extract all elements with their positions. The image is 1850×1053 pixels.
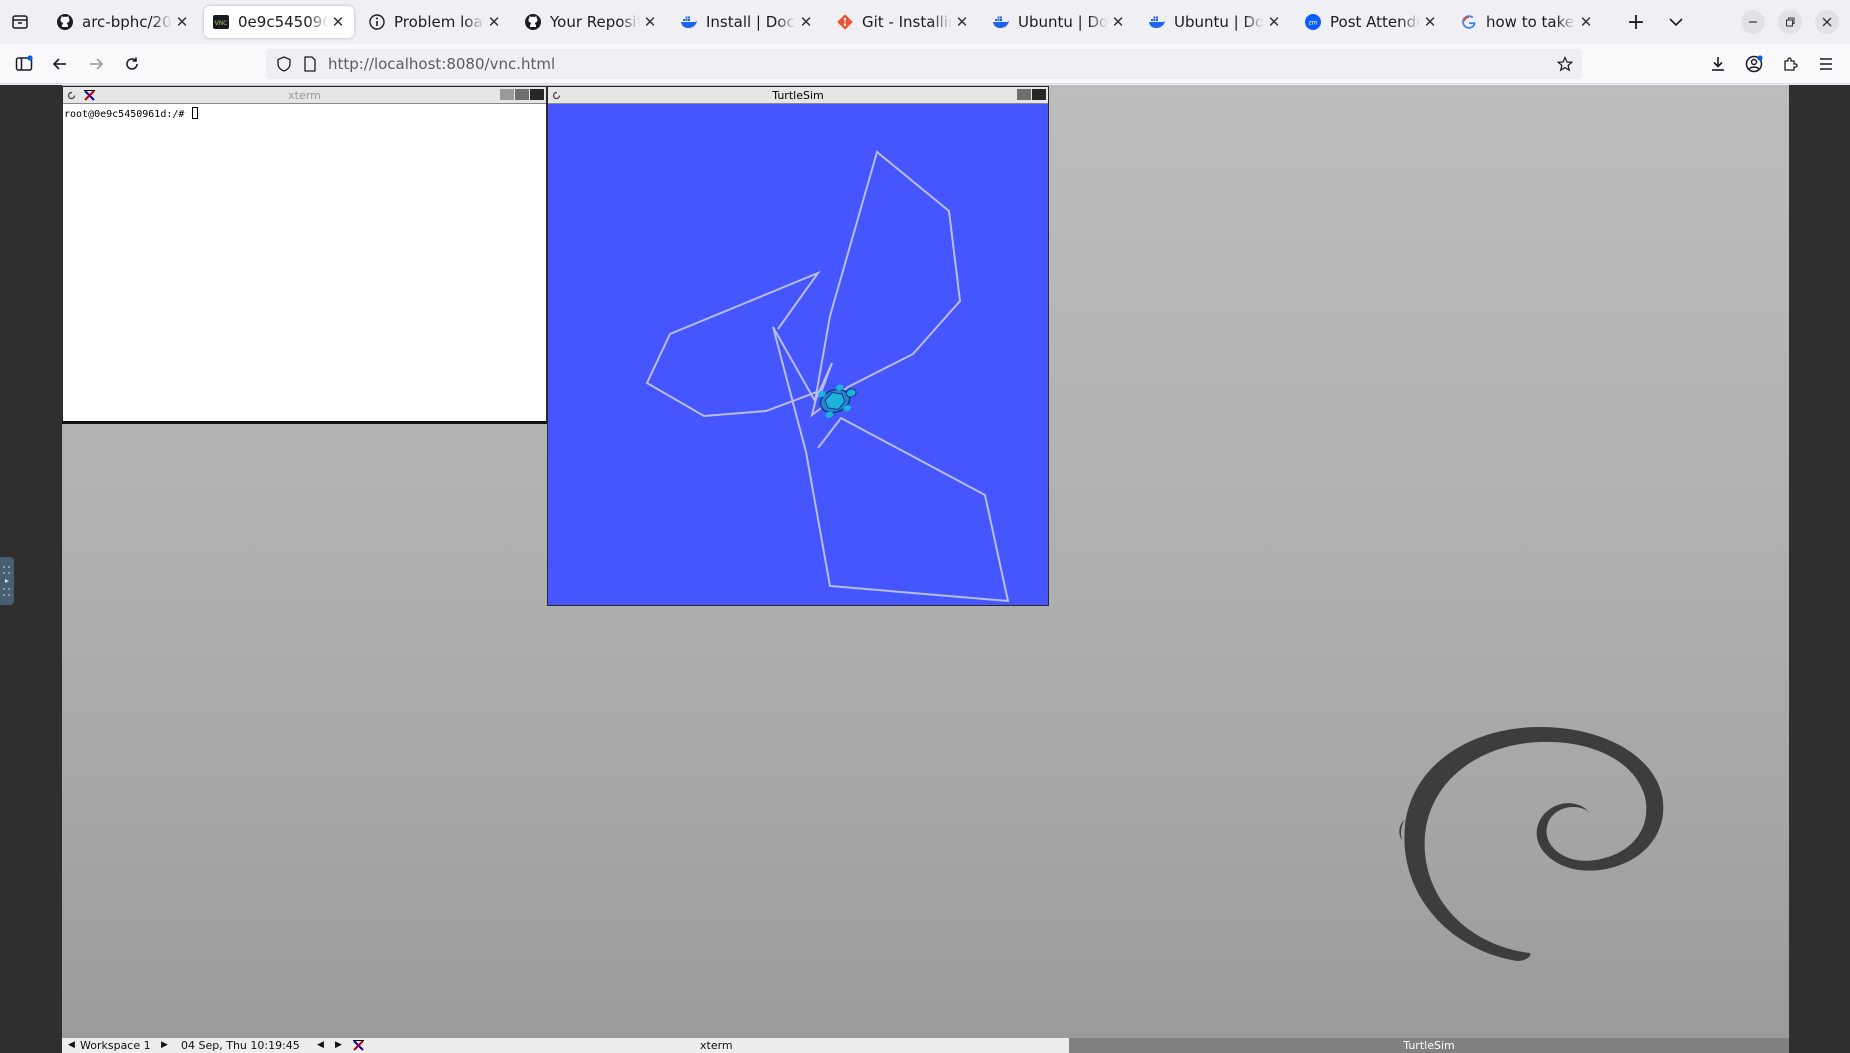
tab-label: Git - Installing G [862, 13, 952, 31]
browser-tab[interactable]: Git - Installing G✕ [828, 6, 978, 38]
tab-close-icon[interactable]: ✕ [330, 13, 346, 31]
vnc-remote-desktop[interactable]: xterm root@0e9c5450961d:/# TurtleSim ◀ W… [62, 85, 1789, 1053]
page-content: xterm root@0e9c5450961d:/# TurtleSim ◀ W… [0, 85, 1850, 1053]
xterm-window[interactable]: xterm root@0e9c5450961d:/# [62, 86, 547, 424]
browser-tab[interactable]: Install | Docker✕ [672, 6, 822, 38]
svg-text:VNC: VNC [215, 20, 228, 27]
browser-tab[interactable]: VNC 0e9c5450961d✕ [204, 6, 354, 38]
tab-strip: arc-bphc/2025-✕VNC0e9c5450961d✕Problem l… [0, 0, 1850, 44]
browser-tab[interactable]: how to take a s✕ [1452, 6, 1602, 38]
docker-icon [1148, 13, 1166, 31]
debian-menu-icon[interactable] [66, 90, 77, 101]
new-tab-button[interactable]: + [1624, 10, 1648, 35]
task-next-arrow-icon[interactable]: ▶ [335, 1038, 342, 1053]
tab-close-icon[interactable]: ✕ [486, 13, 502, 31]
browser-tab[interactable]: Ubuntu | Docke✕ [1140, 6, 1290, 38]
tab-close-icon[interactable]: ✕ [1266, 13, 1282, 31]
browser-tab[interactable]: Ubuntu | Docke✕ [984, 6, 1134, 38]
downloads-icon[interactable] [1706, 52, 1730, 76]
xterm-close-button[interactable] [530, 89, 544, 100]
workspace-name[interactable]: Workspace 1 [80, 1038, 151, 1053]
turtle-trail [645, 150, 1010, 603]
navigation-toolbar: http://localhost:8080/vnc.html [0, 44, 1850, 84]
xterm-app-icon[interactable] [352, 1039, 365, 1052]
tab-close-icon[interactable]: ✕ [954, 13, 970, 31]
tab-label: Install | Docker [706, 13, 796, 31]
google-icon [1460, 13, 1478, 31]
sidebar-toggle-icon[interactable] [12, 52, 36, 76]
xterm-maximize-button[interactable] [515, 89, 529, 100]
debian-swirl-logo [1399, 727, 1664, 961]
terminal-prompt: root@0e9c5450961d:/# [64, 109, 191, 120]
browser-tab[interactable]: Your Repositor✕ [516, 6, 666, 38]
turtlesim-canvas[interactable] [548, 105, 1048, 605]
tab-label: Problem loadin [394, 13, 484, 31]
taskbar-item-turtlesim[interactable]: TurtleSim [1069, 1038, 1789, 1053]
task-prev-arrow-icon[interactable]: ◀ [317, 1038, 324, 1053]
tab-close-icon[interactable]: ✕ [642, 13, 658, 31]
tab-close-icon[interactable]: ✕ [798, 13, 814, 31]
turtlesim-maximize-button[interactable] [1017, 89, 1031, 100]
turtlesim-window[interactable]: TurtleSim [547, 86, 1049, 606]
tab-close-icon[interactable]: ✕ [1422, 13, 1438, 31]
minimize-window-button[interactable] [1741, 10, 1765, 34]
url-bar[interactable]: http://localhost:8080/vnc.html [266, 49, 1582, 79]
tab-close-icon[interactable]: ✕ [1110, 13, 1126, 31]
app-menu-icon[interactable] [1814, 52, 1838, 76]
github-icon [56, 13, 74, 31]
info-icon [368, 13, 386, 31]
tab-overview-icon[interactable] [8, 10, 32, 34]
reload-button[interactable] [120, 52, 144, 76]
tab-label: Ubuntu | Docke [1018, 13, 1108, 31]
clock: 04 Sep, Thu 10:19:45 [181, 1039, 300, 1052]
workspace-next-arrow-icon[interactable]: ▶ [161, 1038, 168, 1053]
tab-label: Ubuntu | Docke [1174, 13, 1264, 31]
taskbar-item-xterm[interactable]: xterm [700, 1038, 733, 1053]
svg-text:zm: zm [1309, 20, 1318, 27]
vnc-control-bar-handle[interactable] [0, 557, 14, 605]
github-icon [524, 13, 542, 31]
workspace-prev-arrow-icon[interactable]: ◀ [68, 1038, 75, 1053]
shield-icon[interactable] [274, 54, 294, 74]
restore-window-button[interactable] [1778, 10, 1802, 34]
tab-close-icon[interactable]: ✕ [174, 13, 190, 31]
account-icon[interactable] [1742, 52, 1766, 76]
bookmark-star-icon[interactable] [1554, 53, 1576, 75]
tab-label: Post Attendee [1330, 13, 1420, 31]
wm-taskbar: ◀ Workspace 1 ▶ 04 Sep, Thu 10:19:45 ◀ ▶… [62, 1038, 1789, 1053]
zoom-icon: zm [1304, 13, 1322, 31]
debian-menu-icon[interactable] [551, 90, 562, 101]
browser-tab[interactable]: arc-bphc/2025-✕ [48, 6, 198, 38]
xterm-iconify-button[interactable] [500, 89, 514, 100]
close-window-button[interactable] [1815, 10, 1839, 34]
browser-tab[interactable]: Problem loadin✕ [360, 6, 510, 38]
git-icon [836, 13, 854, 31]
tab-close-icon[interactable]: ✕ [1578, 13, 1594, 31]
tab-label: 0e9c5450961d [238, 13, 328, 31]
forward-button[interactable] [84, 52, 108, 76]
page-info-icon[interactable] [300, 54, 320, 74]
tab-label: Your Repositor [550, 13, 640, 31]
xterm-title: xterm [288, 89, 321, 102]
docker-icon [680, 13, 698, 31]
tab-label: arc-bphc/2025- [82, 13, 172, 31]
turtlesim-close-button[interactable] [1032, 89, 1046, 100]
docker-icon [992, 13, 1010, 31]
tab-label: how to take a s [1486, 13, 1576, 31]
url-text[interactable]: http://localhost:8080/vnc.html [328, 49, 555, 79]
extensions-icon[interactable] [1778, 52, 1802, 76]
xterm-app-icon [84, 90, 95, 101]
terminal-output[interactable]: root@0e9c5450961d:/# [64, 107, 199, 120]
back-button[interactable] [48, 52, 72, 76]
tab-list-chevron-icon[interactable] [1664, 10, 1688, 34]
vnc-icon: VNC [212, 13, 230, 31]
terminal-cursor [192, 107, 199, 119]
xterm-titlebar[interactable]: xterm [63, 87, 546, 104]
turtlesim-title: TurtleSim [772, 89, 824, 102]
browser-tab[interactable]: zm Post Attendee✕ [1296, 6, 1446, 38]
turtlesim-titlebar[interactable]: TurtleSim [548, 87, 1048, 104]
